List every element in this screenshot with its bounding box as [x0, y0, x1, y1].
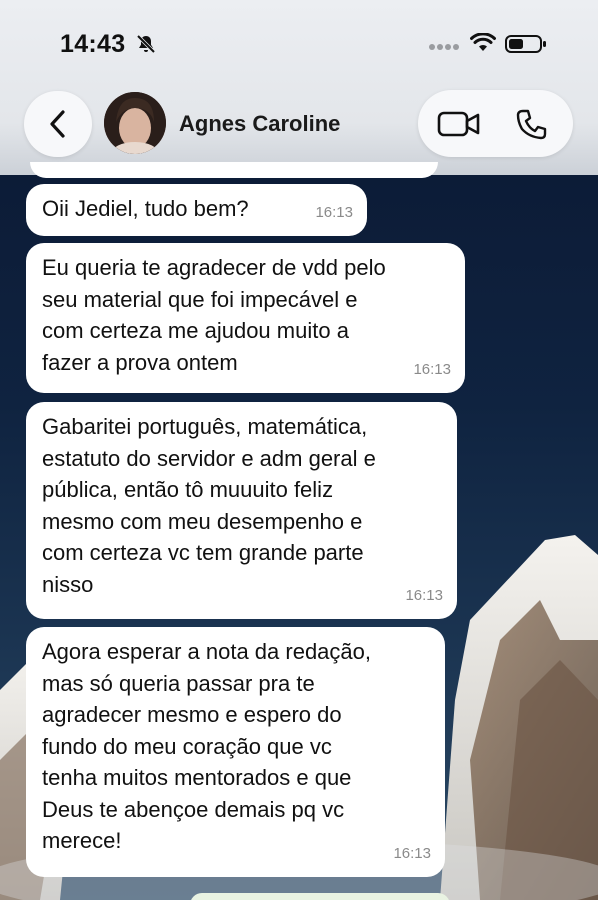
contact-name[interactable]: Agnes Caroline	[179, 111, 340, 137]
chat-header: 14:43 Agnes Caroline	[0, 0, 598, 175]
message-text: Oii Jediel, tudo bem?	[42, 196, 249, 221]
video-camera-icon	[437, 111, 480, 137]
message-bubble[interactable]: Gabaritei português, matemática, estatut…	[26, 402, 457, 619]
message-bubble[interactable]: Agora esperar a nota da redação, mas só …	[26, 627, 445, 877]
message-bubble[interactable]: Oii Jediel, tudo bem? 16:13	[26, 184, 367, 236]
avatar-photo	[104, 92, 166, 154]
signal-icon	[429, 44, 459, 50]
call-actions	[418, 90, 573, 157]
next-message-bubble	[190, 893, 450, 900]
contact-avatar[interactable]	[104, 92, 166, 154]
wifi-icon	[470, 33, 496, 51]
video-call-button[interactable]	[434, 104, 484, 144]
message-timestamp: 16:13	[405, 586, 443, 604]
status-time: 14:43	[60, 30, 126, 58]
message-timestamp: 16:13	[315, 203, 353, 221]
message-bubble[interactable]: Eu queria te agradecer de vdd pelo seu m…	[26, 243, 465, 393]
battery-icon	[505, 35, 546, 53]
message-timestamp: 16:13	[393, 844, 431, 862]
message-text: Agora esperar a nota da redação, mas só …	[42, 639, 372, 853]
message-text: Eu queria te agradecer de vdd pelo seu m…	[42, 255, 386, 375]
voice-call-button[interactable]	[510, 104, 554, 144]
bell-off-icon	[136, 34, 156, 54]
message-timestamp: 16:13	[413, 360, 451, 378]
phone-icon	[516, 109, 547, 140]
status-bar: 14:43	[0, 0, 598, 80]
previous-message-bubble	[30, 162, 438, 178]
chevron-left-icon	[50, 110, 65, 138]
message-text: Gabaritei português, matemática, estatut…	[42, 414, 376, 597]
back-button[interactable]	[24, 91, 92, 157]
